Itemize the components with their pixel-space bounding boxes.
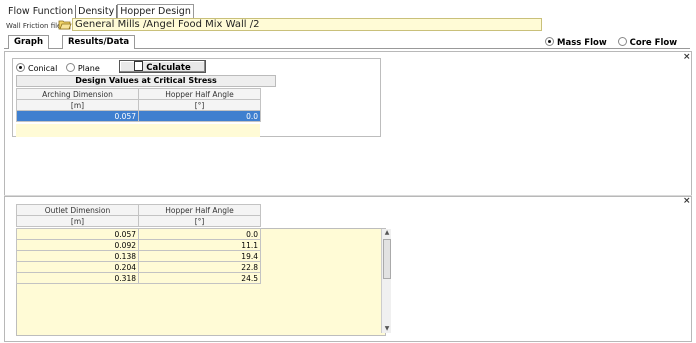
wall-friction-label: Wall Friction file: xyxy=(6,22,64,30)
outlet-dimension-cell[interactable]: 0.204 xyxy=(16,261,139,273)
tab-results-data[interactable]: Results/Data xyxy=(62,35,136,49)
conical-label: Conical xyxy=(28,64,58,73)
tab-hopper-design[interactable]: Hopper Design xyxy=(117,4,194,18)
top-tab-row: Flow Function Density Hopper Design xyxy=(6,4,194,18)
hopper-half-angle-cell[interactable]: 22.8 xyxy=(138,261,261,273)
column-header[interactable]: Hopper Half Angle xyxy=(138,204,261,216)
flow-type-options: Mass Flow Core Flow xyxy=(545,37,677,48)
hopper-half-angle-cell[interactable]: 24.5 xyxy=(138,272,261,284)
calculator-icon xyxy=(134,61,144,71)
tab-graph[interactable]: Graph xyxy=(8,35,50,49)
geometry-options: Conical Plane xyxy=(16,63,100,73)
calculate-button[interactable]: Calculate xyxy=(119,60,206,73)
mass-flow-label: Mass Flow xyxy=(557,38,607,48)
design-values-title: Design Values at Critical Stress xyxy=(16,75,276,87)
outlet-dimension-cell[interactable]: 0.318 xyxy=(16,272,139,284)
close-icon[interactable]: × xyxy=(683,196,691,206)
core-flow-label: Core Flow xyxy=(629,38,678,48)
hopper-half-angle-cell[interactable]: 0.0 xyxy=(138,110,261,122)
hopper-half-angle-cell[interactable]: 19.4 xyxy=(138,250,261,262)
table-row[interactable]: 0.318 24.5 xyxy=(16,272,261,284)
folder-open-icon[interactable] xyxy=(58,19,72,30)
unit-header: [°] xyxy=(138,99,261,111)
outlet-dimension-cell[interactable]: 0.138 xyxy=(16,250,139,262)
column-header[interactable]: Hopper Half Angle xyxy=(138,88,261,100)
conical-radio[interactable] xyxy=(16,63,25,72)
tab-density[interactable]: Density xyxy=(76,5,118,18)
arching-dimension-cell[interactable]: 0.057 xyxy=(16,110,139,122)
table-row[interactable]: 0.057 0.0 xyxy=(16,110,261,122)
scroll-thumb[interactable] xyxy=(383,239,391,279)
outlet-table-scrollbar[interactable]: ▲ ▼ xyxy=(381,229,391,333)
table-row[interactable]: 0.138 19.4 xyxy=(16,250,261,262)
scroll-up-icon[interactable]: ▲ xyxy=(383,229,391,237)
outlet-table-header: Outlet Dimension Hopper Half Angle [m] [… xyxy=(16,204,261,227)
unit-header: [m] xyxy=(16,99,139,111)
calculate-label: Calculate xyxy=(146,63,191,73)
design-values-table: Arching Dimension Hopper Half Angle [m] … xyxy=(16,88,261,122)
hopper-half-angle-cell[interactable]: 0.0 xyxy=(138,228,261,240)
plane-label: Plane xyxy=(77,64,100,73)
core-flow-radio[interactable] xyxy=(617,37,627,46)
outlet-table: 0.057 0.0 0.092 11.1 0.138 19.4 0.204 22… xyxy=(16,228,261,284)
unit-header: [m] xyxy=(16,215,139,227)
column-header[interactable]: Arching Dimension xyxy=(16,88,139,100)
unit-header: [°] xyxy=(138,215,261,227)
mass-flow-radio[interactable] xyxy=(545,37,554,46)
table-row[interactable]: 0.092 11.1 xyxy=(16,239,261,251)
table-row[interactable]: 0.057 0.0 xyxy=(16,228,261,240)
table-row[interactable]: 0.204 22.8 xyxy=(16,261,261,273)
outlet-dimension-cell[interactable]: 0.092 xyxy=(16,239,139,251)
close-icon[interactable]: × xyxy=(683,52,691,62)
column-header[interactable]: Outlet Dimension xyxy=(16,204,139,216)
tab-flow-function[interactable]: Flow Function xyxy=(6,5,77,18)
table-empty-area xyxy=(16,124,260,137)
scroll-down-icon[interactable]: ▼ xyxy=(383,325,391,333)
wall-friction-file-field[interactable]: General Mills /Angel Food Mix Wall /2 xyxy=(72,18,542,31)
plane-radio[interactable] xyxy=(65,63,75,72)
outlet-dimension-cell[interactable]: 0.057 xyxy=(16,228,139,240)
hopper-half-angle-cell[interactable]: 11.1 xyxy=(138,239,261,251)
